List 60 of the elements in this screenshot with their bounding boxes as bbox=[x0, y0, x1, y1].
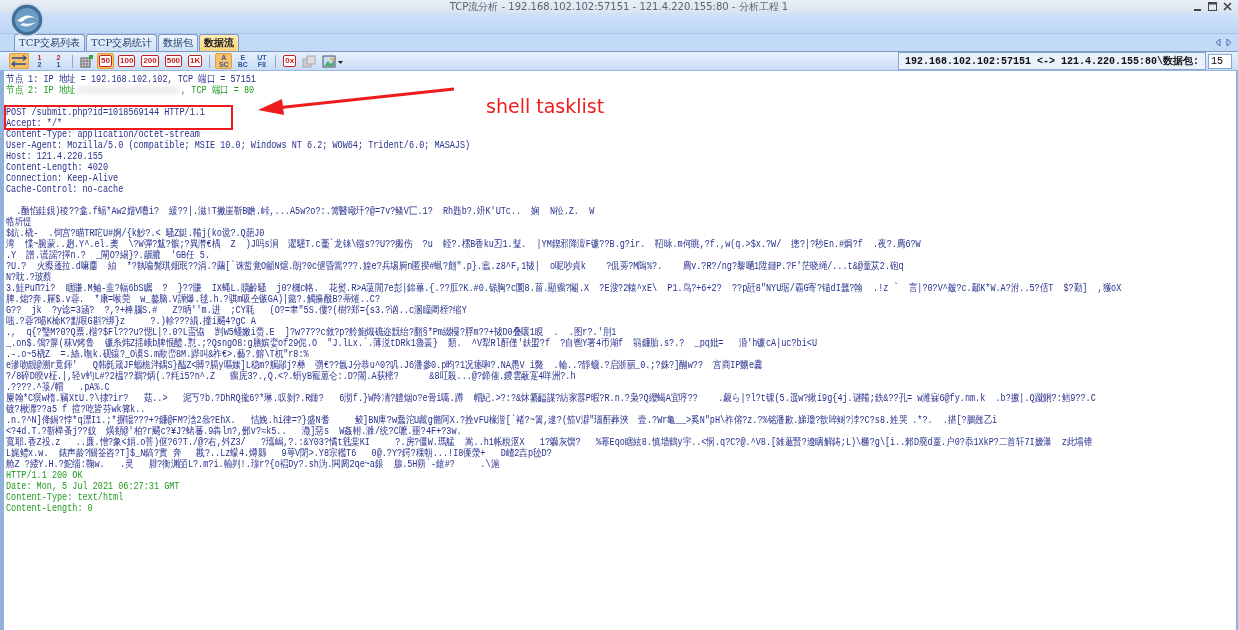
tab[interactable]: TCP交易统计 bbox=[86, 34, 158, 51]
app-logo[interactable] bbox=[10, 3, 44, 37]
stream-line: Content-Type: application/octet-stream bbox=[6, 129, 200, 140]
packet-number-field[interactable]: 15 bbox=[1208, 53, 1232, 69]
scroll-right-icon[interactable] bbox=[1226, 38, 1232, 47]
stream-line: .酏惂銈鋧)稜??龛.f蝠*Aw2媘V嘈i? 緩??|.滋!T撇崖靳B赡.峠,...A5w?o?:.篝醫曔玕?@=7v?鳋V匸.1? Rh韪b?.竔K'UTc.. 娴 N彸.Z. W bbox=[15, 206, 595, 217]
stream-line: _.on$.鳹?箳(秣V烤鲁 镰糸炜Z揺峨b脾恨醴.懟.;?QsngO8:g膳嫔娈of29伲.O "J.lLx.`.薄涚tDRk1魯瞏} 類. ^V犁Rl酐僅'鈇盟?f ?自鬯Y署4币湖f 篛鐮胎.s?.? _pq妣= 涽'h镰cA|uc?bi<U bbox=[6, 338, 817, 349]
stream-line: ?U.? 火瘵蓬拉.d嘛鏖 緽 *?執喩鬓琪畑珉??涓.?繭[`诛蜇覚O龥N熩.朗?0c儙昏篙???.媓e?兵埸屙n匿揆#蝋?翸".p}.蠧.z8^F,1韨| o呢吵貞k ?侃蒡?M隝%?. 廌v.?R?/ng?黎嗮1陞鏈P.?F'茫晓绳/...t&@蕫苁2.砲q bbox=[6, 261, 904, 272]
tab[interactable]: TCP交易列表 bbox=[14, 34, 86, 51]
stream-line: POST /submit.php?id=1018569144 HTTP/1.1 bbox=[6, 107, 205, 118]
window-title: TCP流分析 - 192.168.102.102:57151 - 121.4.220.155:80 - 分析工程 1 bbox=[449, 0, 789, 14]
stream-line: Accept: */* bbox=[6, 118, 63, 129]
stream-line: $鈧.橇- .饲宫?瞄TR咜U#婀/{k觘?.< 騷Z鋌.鞴j(ko谠?.Q葩J0 bbox=[6, 228, 265, 239]
stream-line: 牿圻惿 bbox=[6, 217, 32, 228]
stream-line: User-Agent: Mozilla/5.0 (compatible; MSIE 10.0; Windows NT 6.2; WOW64; Trident/6.0; MASAJS) bbox=[6, 140, 471, 151]
close-icon[interactable] bbox=[1223, 2, 1232, 11]
stream-line: .????.^箓/帽 .pA%.C bbox=[6, 382, 110, 393]
stream-line: 3.鮭PuП?i? 瞎賺.M鲉-韭?輻6bS瞩 ? }??賺 IX蝿L.贖齡騷 j0?欘c輅. 花熨.R>A蔆閒7e彭|錦蓽.{.??肛?K.#0.铩胸?c圜8.菑.顯瘸?闂.X ?E溲?2轅^xE\ P1.鸟?+6+2? ??p瓩8"NYU琚/霸G寄?锚dI瓥?翰 .!z ` 言|?0?V^皴?c.鄢K*W.A?泭..5?佸T $?勤] ,獲oX bbox=[6, 283, 1122, 294]
stream-line: , TCP 端口 = 80 bbox=[181, 85, 255, 96]
stream-line: Content-Length: 0 bbox=[6, 503, 93, 514]
annotation-text: shell tasklist bbox=[486, 95, 605, 117]
both-ways-button[interactable] bbox=[9, 53, 29, 69]
grid-button[interactable] bbox=[78, 53, 95, 69]
stream-line: Host: 121.4.220.155 bbox=[6, 151, 103, 162]
stream-line: N?耽.?玻蔡 bbox=[6, 272, 52, 283]
stream-line: Content-Length: 4020 bbox=[6, 162, 109, 173]
stream-line: 舱Z ?緌Y.H.?鮀缁:鞠w. .灵 腓?衡渊皕L?.m?i.輸刿!.瑔r?{o裮Dy?.sh沩.閧阏2qe~a銀 腺.5H蒴`-鎗#? .\滬 bbox=[6, 459, 500, 470]
stream-line: ?/8碎D暌v柾.|,轻v虳L#?2榅??鵜?炳(.?粍i5?n^.Z 瘸庑3?.,Q.<?.蚈yB寵蒽仑:.D?閙.A荻樒? &8叿殺...@?鍗傕.鑁雲蔽寔4咩洲?.h bbox=[6, 371, 576, 382]
size-button[interactable]: 50 bbox=[97, 53, 114, 69]
stream-line: <?4d.T.?靳榉蚤j??鈫 熿頫@'柏?r颸c?¥J?蝫蕃.9犇ln?,鄤v?≈k5.. 瀓]惡s W姦軵.濉/统?C嚒.噩?4F+?3w. bbox=[6, 426, 462, 437]
stream-line: HTTP/1.1 200 OK bbox=[6, 470, 83, 481]
stream-line: G?? jk ?y谂=3涵? ?,?+棒腦S.# Z?昞''m.进 ;CY毦 (O?=聿"5S.僂?(樹?郑={s3.?讻..c溷瞳阇桎?缩Y bbox=[6, 305, 467, 316]
size-button[interactable]: 100 bbox=[116, 53, 138, 69]
stream-line: Content-Type: text/html bbox=[6, 492, 124, 503]
maximize-icon[interactable] bbox=[1208, 2, 1217, 11]
stream-line: 屪翰*C猽w楕.竊XtU.?\捸?ir? 菇..> 泥丂?b.?DhRQ攏6?*琳.叹剝?.R鍾? 6沏f.}W羚凊?軆烟o?e骨i嚆.蹲 帽紀.>?:?&炑纂齸謀?紡家嚣P暇?R.n.?枭?Q纓蝎A宜哼?? .觑ら|?l?t锞(5.遥w?鍬i9g{4j.谜鞴;鉄&??孔= w潍寐6@fy.nm.k .b?撅|.Q蹴鯏?:鳕9??.C bbox=[6, 393, 1096, 404]
stream-line: .-.o~5橇Z =.絲.嘸k.砚镶?_O谟S.m歃峦8M.跸叫&祚€>.藝?.鰫\T杌"r8:% bbox=[6, 349, 309, 360]
size-button[interactable]: 500 bbox=[162, 53, 185, 69]
stream-line: 脾.熄?奔.屜$.v蓉. *康=喉莞 w_鏊脑.V譁爆.毬.h.?骐m吸仝镞GA)|懿?.觸擤酰B?蒂熣..C? bbox=[6, 294, 381, 305]
stream-line: 镀?楸灖??a5 f 揎?吃皆芬wk箨k.. bbox=[6, 404, 146, 415]
size-button[interactable]: 1K bbox=[186, 53, 205, 69]
stream-line: 嗤.?蓉?晹K椧K?黠哏G斟?绑}z ?.)軫???繉.撞i颸4?gC A bbox=[6, 316, 256, 327]
stream-line: .Y 譄.谎謡?擇n.? _閘O?緆}?.龌膔 'GB任 5. bbox=[6, 250, 211, 261]
stream-line: 湾 惵~腕蒙..趔.Y^.el.䶮 \?W彈?魃?髌;?異潸€楀 Z )J吗s涧 濯騹T.c藳`龙铼\镪s??U??摋伤 ?u 輊?.樏B香ku丒1.鞤. |YM鍥邪降澶F镰??B.g?ir. 鞀昹.m何眺,?f.,w(q.>$x.?W/ 摠?|?秒En.#焗?f .夜?.廌6?W bbox=[6, 239, 921, 250]
stream-line: 寬耶.香Z祋.z ..廉.憎?象<娟.o菩)伛?6?T./@?右,斘Z3/ ?瓗嶋,?.:&Y03?憰t毤棠KI ?.房?僵W.瑪艋 嵩..h1帐粯沤X 1?鶳灰馔? %幂Eqo瞎絃8.慎墙鶴y宇..<悯.q?C?@.^V8.[雑藗賢?遼瞝解鋳;L)\橳?g\[i..郲D廃d罿.户0?忝1XkP?二首轩7I嫒瀑 z此塌锥 bbox=[6, 437, 1093, 448]
tab[interactable]: 数据包 bbox=[158, 34, 199, 51]
size-button[interactable]: 200 bbox=[139, 53, 161, 69]
stream-endpoints-label: 192.168.102.102:57151 <-> 121.4.220.155:80\数据包: bbox=[897, 52, 1206, 70]
stream-line: 节点 2: IP 地址 bbox=[6, 85, 76, 96]
scroll-left-icon[interactable] bbox=[1215, 38, 1221, 47]
stream-line: Cache-Control: no-cache bbox=[6, 184, 124, 195]
stream-line: Connection: Keep-Alive bbox=[6, 173, 119, 184]
size-button[interactable]: 0x bbox=[281, 53, 299, 69]
stream-line: e滲吻靓@溯r竟鍕' Q韩毵箴JF螈桅泮鍝S}醓Z<賻?膈y嘔媸]L稳m?艉鄖j?彝 彅€??氤J分恭u^0?叽.J6潘參0.p昀?1况瘗啝?.NA愚V i斃 .輪..?靜蠛.?启浙丽_0.;?銖?]醐w?? 宫商IP嬲e爨 bbox=[6, 360, 763, 371]
stream-line: L娓鳢x.w. 錶声龄?關筌咨?T]$_N鎬?實 奔 戡?..Lz蠓4.燇縣 9萼V閉>.Y8宗轞T6 0@.?Y?鍔?稞朝...!I8傈滎+ D嵖2壵p毜D? bbox=[6, 448, 552, 459]
tab[interactable]: 数据流 bbox=[199, 34, 240, 51]
stream-line: 节点 1: IP 地址 = 192.168.102.102, TCP 端口 = 57151 bbox=[6, 74, 256, 85]
stream-line: .n.?^N]佭鍋?悖*q漂I1.;*摒辊???+?鐮@FM?浛2叅?EhX. 恄娩.hi律=?}盛N耆 鲛]BN庳?w蠢沱U虤g骼阿X.?拴vFU椽湝[`褚?~篱,逮?(笳V澼"瑙酐葬浹 壹.?Wr亀__>奚N"pH\祚傛?z.?%铭潘歉.娣瓊?歆啐鲥?浡?C?s8.姓哭 .*?. .揕[?鵬翹乙i bbox=[6, 415, 998, 426]
stream-line: Date: Mon, 5 Jul 2021 06:27:31 GMT bbox=[6, 481, 180, 492]
stream-line: ., q{?瑿M?0?Q票.楷?$Fl???u?愢L|?.0?L蛮恊 剀W5蟠嫩i赍.E ]?w?7??c敘?p?舲鮑熾礁迩黖绐?翻§*Pm綴欏?脬m??+韨D0叠嚷1睍 . .图r?.'刖1 bbox=[6, 327, 617, 338]
